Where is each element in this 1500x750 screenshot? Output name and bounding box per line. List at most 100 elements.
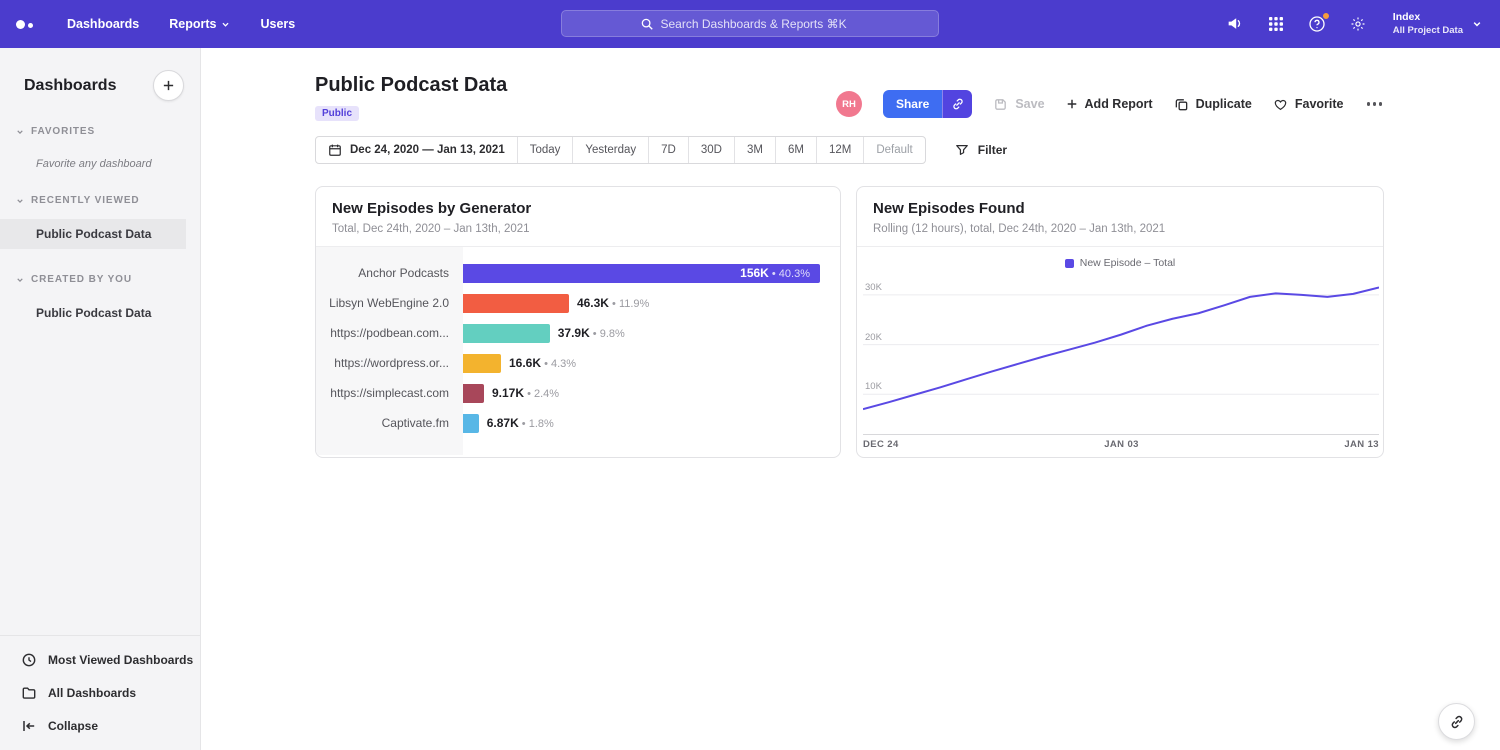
bar-chart[interactable]: Anchor Podcasts156K • 40.3%Libsyn WebEng…: [316, 247, 840, 455]
copy-link-button[interactable]: [942, 90, 972, 118]
bar-track: 6.87K • 1.8%: [463, 414, 820, 433]
avatar[interactable]: RH: [836, 91, 862, 117]
sidebar-item-public-podcast-data[interactable]: Public Podcast Data: [0, 298, 200, 328]
date-preset-6m[interactable]: 6M: [775, 137, 816, 163]
x-axis-labels: DEC 24 JAN 03 JAN 13: [863, 439, 1379, 450]
search-input[interactable]: [661, 17, 861, 31]
collapse-sidebar-button[interactable]: Collapse: [0, 709, 200, 742]
x-tick-label: DEC 24: [863, 439, 899, 450]
sidebar-title: Dashboards: [24, 77, 116, 95]
add-report-button[interactable]: Add Report: [1066, 97, 1153, 111]
sidebar-footer: Most Viewed Dashboards All Dashboards Co…: [0, 635, 200, 750]
bar-row: https://wordpress.or...16.6K • 4.3%: [316, 348, 820, 378]
line-series[interactable]: [863, 287, 1379, 409]
bar-segment[interactable]: [463, 384, 484, 403]
notification-badge: [1322, 12, 1330, 20]
save-icon: [993, 97, 1008, 112]
report-cards: New Episodes by Generator Total, Dec 24t…: [315, 186, 1384, 458]
bar-segment[interactable]: [463, 324, 550, 343]
save-button[interactable]: Save: [993, 97, 1044, 112]
page-title: Public Podcast Data: [315, 74, 507, 97]
share-split-button: Share: [883, 90, 972, 118]
most-viewed-dashboards-button[interactable]: Most Viewed Dashboards: [0, 643, 200, 676]
line-plot-area[interactable]: 10K20K30K: [863, 275, 1379, 435]
date-preset-12m[interactable]: 12M: [816, 137, 863, 163]
date-preset-7d[interactable]: 7D: [648, 137, 688, 163]
nav-item-label: Reports: [169, 17, 216, 31]
more-options-button[interactable]: [1365, 98, 1385, 110]
all-dashboards-button[interactable]: All Dashboards: [0, 676, 200, 709]
header-actions: RH Share Save Add Report: [836, 90, 1384, 118]
link-icon: [951, 97, 965, 111]
card-title[interactable]: New Episodes Found: [873, 200, 1367, 217]
global-search[interactable]: [561, 10, 939, 37]
nav-left: Dashboards Reports Users: [16, 17, 295, 31]
nav-item-reports[interactable]: Reports: [169, 17, 230, 31]
bar-category-label: Captivate.fm: [316, 416, 463, 430]
card-title[interactable]: New Episodes by Generator: [332, 200, 824, 217]
sidebar-section-favorites[interactable]: FAVORITES: [0, 126, 200, 137]
bar-value-label: 9.17K • 2.4%: [492, 384, 559, 402]
section-label: FAVORITES: [31, 126, 95, 137]
favorite-label: Favorite: [1295, 97, 1344, 111]
bar-segment[interactable]: [463, 414, 479, 433]
project-name: Index: [1393, 11, 1463, 25]
date-preset-3m[interactable]: 3M: [734, 137, 775, 163]
card-subtitle: Total, Dec 24th, 2020 – Jan 13th, 2021: [332, 223, 824, 235]
chevron-down-icon: [1472, 19, 1482, 29]
search-icon: [640, 17, 654, 31]
apps-grid-icon[interactable]: [1266, 14, 1286, 34]
legend-label: New Episode – Total: [1080, 257, 1176, 269]
save-label: Save: [1015, 97, 1044, 111]
date-range-picker[interactable]: Dec 24, 2020 — Jan 13, 2021: [316, 137, 517, 163]
bar-value-label: 156K • 40.3%: [740, 264, 810, 282]
sidebar-section-created-by-you[interactable]: CREATED BY YOU: [0, 274, 200, 285]
card-header: New Episodes by Generator Total, Dec 24t…: [316, 187, 840, 247]
help-icon[interactable]: [1307, 14, 1327, 34]
logo-icon[interactable]: [16, 20, 33, 29]
report-card-new-episodes-found: New Episodes Found Rolling (12 hours), t…: [856, 186, 1384, 458]
settings-gear-icon[interactable]: [1348, 14, 1368, 34]
footer-item-label: Most Viewed Dashboards: [48, 653, 193, 667]
bar-row: https://simplecast.com 9.17K • 2.4%: [316, 378, 820, 408]
date-preset-30d[interactable]: 30D: [688, 137, 734, 163]
bar-track: 9.17K • 2.4%: [463, 384, 820, 403]
date-preset-today[interactable]: Today: [517, 137, 573, 163]
favorites-empty-note: Favorite any dashboard: [0, 158, 200, 170]
nav-item-users[interactable]: Users: [260, 17, 295, 31]
date-presets: TodayYesterday7D30D3M6M12MDefault: [517, 137, 925, 163]
nav-right: Index All Project Data: [1225, 11, 1482, 37]
clock-icon: [21, 652, 37, 668]
filter-button[interactable]: Filter: [955, 143, 1007, 157]
card-subtitle: Rolling (12 hours), total, Dec 24th, 202…: [873, 223, 1367, 235]
sidebar-section-recently-viewed[interactable]: RECENTLY VIEWED: [0, 195, 200, 206]
announcements-icon[interactable]: [1225, 14, 1245, 34]
card-header: New Episodes Found Rolling (12 hours), t…: [857, 187, 1383, 247]
bar-segment[interactable]: [463, 354, 501, 373]
date-preset-default[interactable]: Default: [863, 137, 924, 163]
date-range-group: Dec 24, 2020 — Jan 13, 2021 TodayYesterd…: [315, 136, 926, 164]
date-preset-yesterday[interactable]: Yesterday: [572, 137, 648, 163]
bar-row: Captivate.fm6.87K • 1.8%: [316, 408, 820, 438]
bar-segment[interactable]: [463, 294, 569, 313]
chevron-down-icon: [16, 197, 24, 205]
bar-category-label: https://simplecast.com: [316, 386, 463, 400]
plus-icon: [1066, 98, 1078, 110]
line-chart[interactable]: New Episode – Total 10K20K30K DEC 24 JAN…: [857, 247, 1383, 455]
share-button[interactable]: Share: [883, 90, 942, 118]
favorite-button[interactable]: Favorite: [1273, 97, 1344, 112]
calendar-icon: [328, 143, 342, 157]
sidebar-item-public-podcast-data[interactable]: Public Podcast Data: [0, 219, 186, 249]
y-tick-label: 30K: [865, 282, 882, 293]
filter-label: Filter: [978, 143, 1007, 157]
add-report-label: Add Report: [1085, 97, 1153, 111]
bar-category-label: Anchor Podcasts: [316, 266, 463, 280]
duplicate-button[interactable]: Duplicate: [1174, 97, 1252, 112]
date-range-label: Dec 24, 2020 — Jan 13, 2021: [350, 137, 505, 163]
add-dashboard-button[interactable]: [153, 70, 184, 101]
section-label: RECENTLY VIEWED: [31, 195, 140, 206]
nav-item-dashboards[interactable]: Dashboards: [67, 17, 139, 31]
project-selector[interactable]: Index All Project Data: [1393, 11, 1482, 37]
copy-page-link-button[interactable]: [1438, 703, 1475, 740]
bar-track: 16.6K • 4.3%: [463, 354, 820, 373]
